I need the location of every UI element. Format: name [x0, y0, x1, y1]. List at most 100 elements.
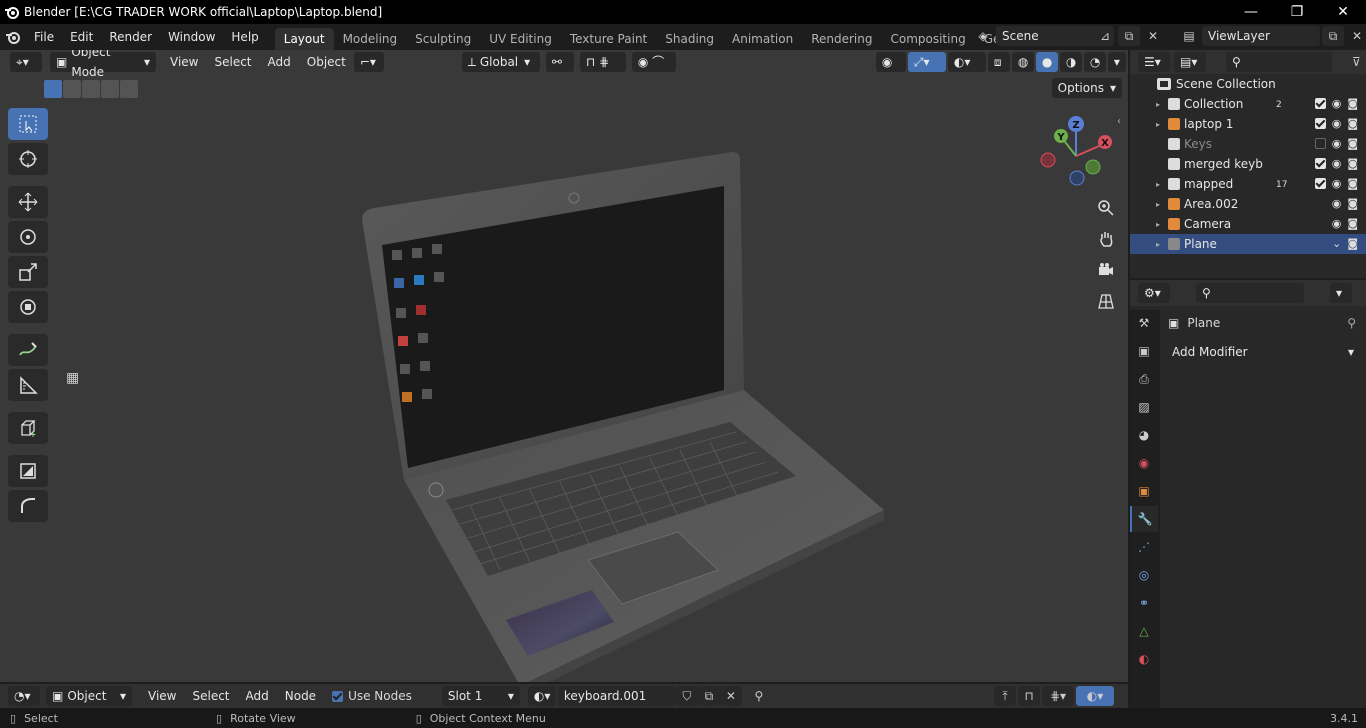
data-tab-icon[interactable]: △ [1130, 618, 1158, 644]
pin-icon[interactable]: ⚲ [1347, 316, 1356, 330]
render-camera-icon[interactable]: ◙ [1347, 157, 1358, 170]
tab-shading[interactable]: Shading [656, 28, 723, 50]
cursor-tool-icon[interactable] [8, 143, 48, 175]
fake-user-shield-icon[interactable]: ⛉ [675, 686, 698, 706]
wireframe-shading-icon[interactable]: ◍ [1011, 52, 1034, 72]
render-camera-icon[interactable]: ◙ [1347, 217, 1358, 230]
unlink-material-icon[interactable]: ✕ [719, 686, 742, 706]
outliner-row[interactable]: merged keyb ◉ ◙ [1130, 154, 1366, 174]
menu-file[interactable]: File [26, 26, 62, 48]
add-cube-tool-icon[interactable] [8, 412, 48, 444]
visibility-eye-icon[interactable]: ⌄ [1332, 237, 1341, 250]
visibility-eye-icon[interactable]: ◉ [1332, 137, 1342, 150]
render-camera-icon[interactable]: ◙ [1347, 197, 1358, 210]
properties-search-input[interactable]: ⚲ [1196, 283, 1304, 303]
rendered-shading-icon[interactable]: ◔ [1083, 52, 1106, 72]
mode-dropdown[interactable]: ▣ Object Mode ▾ [50, 50, 156, 79]
rotate-tool-icon[interactable] [8, 221, 48, 253]
visibility-eye-icon[interactable]: ◉ [1332, 197, 1342, 210]
exclude-checkbox[interactable] [1314, 118, 1326, 129]
render-camera-icon[interactable]: ◙ [1347, 237, 1358, 250]
select-box-tool-icon[interactable] [8, 108, 48, 140]
material-tab-icon[interactable]: ◐ [1130, 646, 1158, 672]
outliner-row[interactable]: ▸ Area.002 ◉ ◙ [1130, 194, 1366, 214]
render-tab-icon[interactable]: ▣ [1130, 338, 1158, 364]
render-camera-icon[interactable]: ◙ [1347, 97, 1358, 110]
new-viewlayer-icon[interactable]: ⧉ [1322, 26, 1344, 46]
material-browse-icon[interactable]: ◐▾ [527, 686, 556, 706]
navigation-axis-gizmo[interactable]: Z X Y [1036, 114, 1116, 190]
checker-icon[interactable]: ▦ [66, 370, 82, 386]
exclude-checkbox[interactable] [1314, 98, 1326, 109]
output-tab-icon[interactable]: ⎙ [1130, 366, 1158, 392]
scene-browse-icon[interactable]: ◈ [972, 26, 994, 46]
constraints-tab-icon[interactable]: ⚭ [1130, 590, 1158, 616]
viewport-menu-view[interactable]: View [162, 55, 206, 69]
select-subtract-icon[interactable] [82, 80, 100, 98]
particles-tab-icon[interactable]: ⋰ [1130, 534, 1158, 560]
tool-tab-icon[interactable]: ⚒ [1130, 310, 1158, 336]
duplicate-material-icon[interactable]: ⧉ [697, 686, 720, 706]
gizmo-toggle-icon[interactable]: ⤢▾ [907, 52, 946, 72]
outliner-row[interactable]: ▸ laptop 1 ◉ ◙ [1130, 114, 1366, 134]
shader-menu-node[interactable]: Node [277, 689, 324, 703]
expand-arrow-icon[interactable]: ▸ [1152, 200, 1164, 209]
pin-icon[interactable]: ⚲ [748, 686, 770, 706]
shader-editor-type-icon[interactable]: ◔▾ [8, 686, 40, 706]
blender-menu-icon[interactable] [0, 24, 26, 50]
tab-layout[interactable]: Layout [274, 28, 334, 50]
zoom-icon[interactable] [1092, 194, 1120, 222]
select-extend-icon[interactable] [63, 80, 81, 98]
solid-shading-icon[interactable]: ● [1035, 52, 1058, 72]
parent-node-tree-icon[interactable]: ⤒ [994, 686, 1016, 706]
viewport-menu-object[interactable]: Object [299, 55, 354, 69]
tab-animation[interactable]: Animation [723, 28, 802, 50]
visibility-eye-icon[interactable]: ◉ [1332, 117, 1342, 130]
material-name-field[interactable]: keyboard.001 [557, 686, 676, 706]
shader-overlay-icon[interactable]: ◐▾ [1076, 686, 1114, 706]
properties-options-icon[interactable]: ▾ [1330, 283, 1352, 303]
display-mode-icon[interactable]: ▤▾ [1174, 52, 1206, 72]
slot-dropdown[interactable]: Slot 1 ▾ [441, 686, 520, 706]
exclude-checkbox[interactable] [1314, 178, 1326, 189]
orientation-dropdown[interactable]: ⟂ Global ▾ [461, 52, 540, 72]
pivot-icon[interactable]: ⚯ [545, 52, 574, 72]
visibility-eye-icon[interactable]: ◉ [1332, 177, 1342, 190]
outliner-row[interactable]: Keys ◉ ◙ [1130, 134, 1366, 154]
shear-tool-icon[interactable] [8, 455, 48, 487]
expand-arrow-icon[interactable]: ▸ [1152, 240, 1164, 249]
new-scene-icon[interactable]: ⧉ [1118, 26, 1140, 46]
tab-compositing[interactable]: Compositing [881, 28, 974, 50]
properties-editor-type-icon[interactable]: ⚙▾ [1138, 283, 1170, 303]
snap-element-icon[interactable]: ⋕▾ [1042, 686, 1074, 706]
delete-viewlayer-icon[interactable]: ✕ [1346, 26, 1366, 46]
viewport-menu-add[interactable]: Add [260, 55, 299, 69]
world-tab-icon[interactable]: ◉ [1130, 450, 1158, 476]
outliner-row[interactable]: ▸ Plane ⌄ ◙ [1130, 234, 1366, 254]
menu-window[interactable]: Window [160, 26, 223, 48]
select-invert-icon[interactable] [101, 80, 119, 98]
exclude-checkbox[interactable] [1314, 158, 1326, 169]
visibility-eye-icon[interactable]: ◉ [1332, 97, 1342, 110]
measure-tool-icon[interactable] [8, 369, 48, 401]
move-tool-icon[interactable] [8, 186, 48, 218]
xray-icon[interactable]: ⧈ [987, 52, 1010, 72]
minimize-button[interactable]: — [1228, 0, 1274, 24]
menu-help[interactable]: Help [223, 26, 266, 48]
object-tab-icon[interactable]: ▣ [1130, 478, 1158, 504]
tab-texture-paint[interactable]: Texture Paint [561, 28, 656, 50]
visibility-icon[interactable]: ◉ [875, 52, 906, 72]
menu-edit[interactable]: Edit [62, 26, 101, 48]
viewlayer-browse-icon[interactable]: ▤ [1178, 26, 1200, 46]
filter-icon[interactable]: ⊽ [1352, 55, 1361, 69]
use-nodes-checkbox[interactable] [332, 690, 344, 702]
exclude-checkbox[interactable] [1314, 138, 1326, 149]
material-shading-icon[interactable]: ◑ [1059, 52, 1082, 72]
scene-tab-icon[interactable]: ◕ [1130, 422, 1158, 448]
tab-modeling[interactable]: Modeling [334, 28, 407, 50]
close-button[interactable]: ✕ [1320, 0, 1366, 24]
tab-sculpting[interactable]: Sculpting [406, 28, 480, 50]
expand-arrow-icon[interactable]: ▸ [1152, 180, 1164, 189]
expand-arrow-icon[interactable]: ▸ [1152, 100, 1164, 109]
use-nodes-toggle[interactable]: Use Nodes [332, 689, 412, 703]
